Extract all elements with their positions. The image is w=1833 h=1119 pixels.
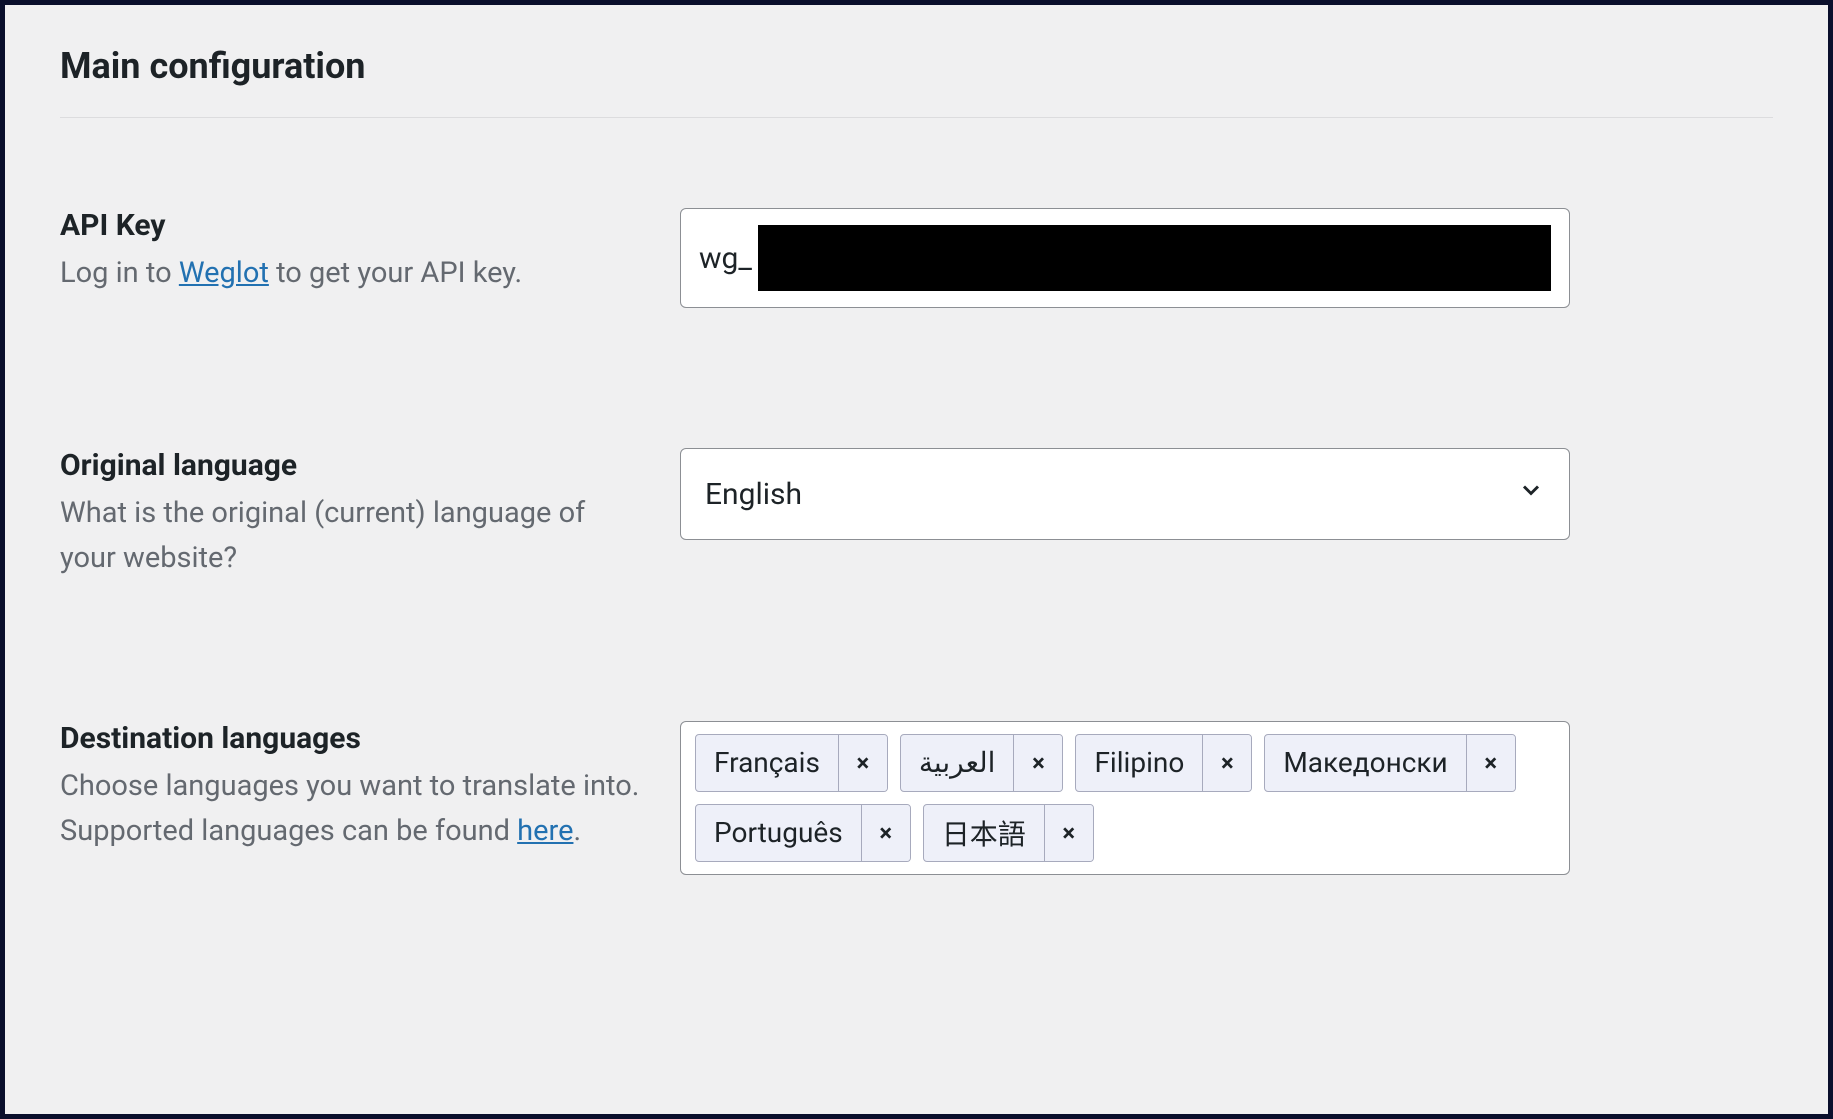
original-language-label: Original language: [60, 448, 640, 483]
api-key-label: API Key: [60, 208, 640, 243]
destination-languages-input-col: Français×العربية×Filipino×Македонски×Por…: [680, 721, 1773, 875]
language-tag-label: Македонски: [1265, 735, 1466, 791]
destination-languages-label-col: Destination languages Choose languages y…: [60, 721, 680, 854]
api-key-input-col: wg_: [680, 208, 1773, 308]
language-tag-label: Português: [696, 805, 862, 861]
destination-languages-label: Destination languages: [60, 721, 640, 756]
language-tag: العربية×: [900, 734, 1064, 792]
remove-tag-icon[interactable]: ×: [1045, 805, 1093, 861]
api-key-redacted: [758, 225, 1551, 291]
original-language-label-col: Original language What is the original (…: [60, 448, 680, 581]
original-language-row: Original language What is the original (…: [60, 448, 1773, 581]
remove-tag-icon[interactable]: ×: [839, 735, 887, 791]
original-language-input-col: English: [680, 448, 1773, 540]
language-tag-label: Français: [696, 735, 839, 791]
api-key-desc-after: to get your API key.: [269, 256, 522, 290]
language-tag: 日本語×: [923, 804, 1094, 862]
remove-tag-icon[interactable]: ×: [1014, 735, 1062, 791]
chevron-down-icon: [1517, 476, 1545, 512]
original-language-desc: What is the original (current) language …: [60, 491, 640, 581]
weglot-link[interactable]: Weglot: [179, 256, 269, 290]
destination-languages-desc-after: .: [573, 814, 581, 848]
api-key-prefix: wg_: [699, 241, 752, 276]
api-key-input[interactable]: wg_: [680, 208, 1570, 308]
language-tag-label: 日本語: [924, 805, 1045, 861]
api-key-label-col: API Key Log in to Weglot to get your API…: [60, 208, 680, 296]
api-key-desc-before: Log in to: [60, 256, 179, 290]
destination-languages-desc: Choose languages you want to translate i…: [60, 764, 640, 854]
language-tag: Filipino×: [1075, 734, 1252, 792]
original-language-select[interactable]: English: [680, 448, 1570, 540]
remove-tag-icon[interactable]: ×: [1467, 735, 1515, 791]
remove-tag-icon[interactable]: ×: [1203, 735, 1251, 791]
original-language-selected: English: [705, 477, 802, 512]
destination-languages-tags[interactable]: Français×العربية×Filipino×Македонски×Por…: [680, 721, 1570, 875]
language-tag-label: Filipino: [1076, 735, 1203, 791]
supported-languages-link[interactable]: here: [517, 814, 573, 848]
section-title: Main configuration: [60, 45, 1773, 118]
language-tag: Македонски×: [1264, 734, 1515, 792]
api-key-desc: Log in to Weglot to get your API key.: [60, 251, 640, 296]
language-tag: Português×: [695, 804, 911, 862]
language-tag: Français×: [695, 734, 888, 792]
language-tag-label: العربية: [901, 735, 1015, 791]
destination-languages-row: Destination languages Choose languages y…: [60, 721, 1773, 875]
api-key-row: API Key Log in to Weglot to get your API…: [60, 208, 1773, 308]
remove-tag-icon[interactable]: ×: [862, 805, 910, 861]
